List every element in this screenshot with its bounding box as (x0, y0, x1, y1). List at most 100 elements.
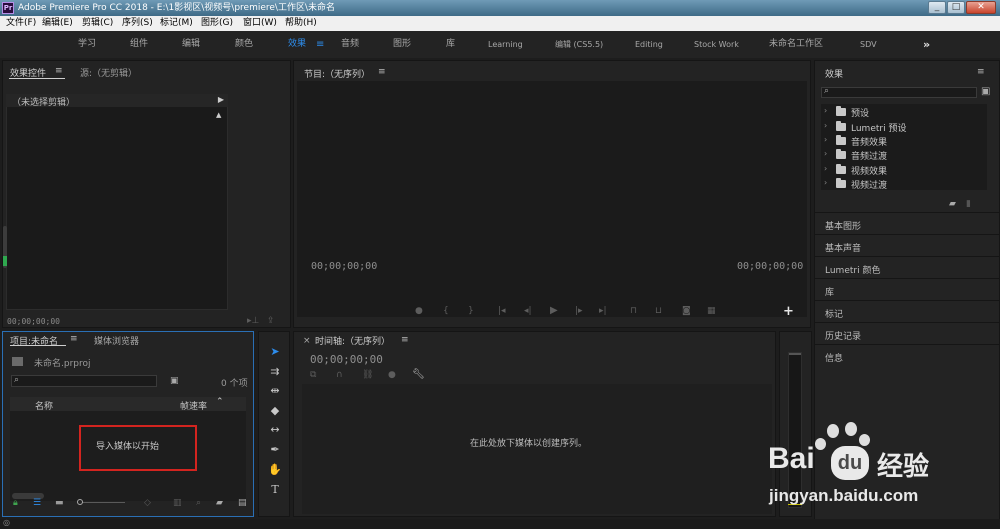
selection-tool-icon[interactable]: ➤ (266, 344, 284, 360)
column-frame-rate[interactable]: 帧速率 (180, 399, 207, 412)
ws-tab-learning[interactable]: Learning (488, 31, 523, 58)
automate-icon[interactable]: ▥ (173, 498, 182, 508)
ws-tab-graphics[interactable]: 图形 (393, 31, 411, 58)
column-name[interactable]: 名称 (35, 399, 53, 412)
section-lumetri-color[interactable]: Lumetri 颜色 (815, 256, 1000, 278)
type-tool-icon[interactable]: T (266, 482, 284, 498)
panel-menu-icon[interactable]: ≡ (401, 335, 409, 345)
mark-out-icon[interactable]: } (468, 306, 474, 316)
lift-icon[interactable]: ⊓ (630, 306, 637, 316)
razor-tool-icon[interactable]: ◆ (266, 403, 284, 419)
menu-help[interactable]: 帮助(H) (285, 16, 317, 31)
ws-tab-sdv[interactable]: SDV (860, 31, 877, 58)
ws-tab-editing-en[interactable]: Editing (635, 31, 663, 58)
section-libraries[interactable]: 库 (815, 278, 1000, 300)
effect-controls-timecode[interactable]: 00;00;00;00 (7, 317, 60, 326)
new-bin-icon[interactable]: ▣ (981, 86, 990, 97)
track-select-tool-icon[interactable]: ⇉ (266, 364, 284, 380)
menu-sequence[interactable]: 序列(S) (122, 16, 153, 31)
step-back-icon[interactable]: ◂| (524, 306, 532, 316)
new-item-icon[interactable]: ▤ (238, 498, 247, 508)
wrench-icon[interactable]: 🔧︎ (412, 369, 425, 380)
effects-search-input[interactable]: ⌕ (821, 86, 977, 98)
ws-tab-assembly[interactable]: 组件 (130, 31, 148, 58)
program-timecode-current[interactable]: 00;00;00;00 (311, 261, 377, 272)
timeline-title[interactable]: 时间轴:（无序列） (315, 334, 390, 347)
nest-icon[interactable]: ⧉ (310, 370, 316, 380)
find-icon[interactable]: ⌕ (196, 498, 201, 508)
go-to-in-icon[interactable]: |◂ (498, 306, 506, 316)
sort-icon[interactable]: ◇ (144, 498, 151, 508)
icon-view-icon[interactable]: ▬ (55, 498, 64, 508)
tree-item-video-transitions[interactable]: › 视频过渡 (821, 176, 987, 191)
mark-in-icon[interactable]: { (443, 306, 449, 316)
ws-tab-effects[interactable]: 效果 (288, 31, 306, 58)
go-to-out-icon[interactable]: ▸| (599, 306, 607, 316)
export-frame-icon[interactable]: ▸⊥ (247, 316, 259, 326)
section-history[interactable]: 历史记录 (815, 322, 1000, 344)
slip-tool-icon[interactable]: ↔ (266, 422, 284, 438)
menu-file[interactable]: 文件(F) (6, 16, 36, 31)
tree-item-video-effects[interactable]: › 视频效果 (821, 162, 987, 177)
menu-window[interactable]: 窗口(W) (243, 16, 277, 31)
section-essential-graphics[interactable]: 基本图形 (815, 212, 1000, 234)
scroll-up-icon[interactable]: ▲ (216, 111, 221, 119)
delete-icon[interactable]: ▮ (966, 199, 971, 209)
timeline-timecode[interactable]: 00;00;00;00 (310, 353, 383, 366)
section-markers[interactable]: 标记 (815, 300, 1000, 322)
ripple-edit-tool-icon[interactable]: ⇹ (266, 383, 284, 399)
panel-menu-icon[interactable]: ≡ (70, 334, 78, 344)
snap-icon[interactable]: ∩ (336, 370, 343, 380)
zoom-slider-thumb[interactable] (77, 499, 83, 505)
camera-icon[interactable]: ◙ (682, 306, 691, 316)
menu-clip[interactable]: 剪辑(C) (82, 16, 113, 31)
zoom-slider[interactable] (77, 499, 125, 505)
panel-menu-icon[interactable]: ≡ (977, 67, 985, 77)
new-bin-icon[interactable]: ▰ (216, 498, 223, 508)
sort-ascending-icon[interactable]: ⌃ (216, 397, 224, 407)
tree-item-lumetri-presets[interactable]: › Lumetri 预设 (821, 119, 987, 134)
ws-tab-learn[interactable]: 学习 (78, 31, 96, 58)
list-view-icon[interactable]: ☰ (33, 498, 41, 508)
section-info[interactable]: 信息 (815, 344, 1000, 366)
new-folder-icon[interactable]: ▰ (949, 199, 956, 209)
program-video-area[interactable] (297, 81, 807, 317)
tree-item-audio-transitions[interactable]: › 音频过渡 (821, 147, 987, 162)
audio-level-slider[interactable] (3, 226, 7, 268)
extract-icon[interactable]: ⊔ (655, 306, 662, 316)
expand-arrow-icon[interactable]: ▶ (218, 95, 224, 104)
close-tab-icon[interactable]: × (303, 336, 311, 346)
step-forward-icon[interactable]: |▸ (575, 306, 583, 316)
tree-item-audio-effects[interactable]: › 音频效果 (821, 133, 987, 148)
ws-tab-color[interactable]: 颜色 (235, 31, 253, 58)
ws-menu-icon[interactable]: ≡ (316, 31, 324, 58)
menu-graphics[interactable]: 图形(G) (201, 16, 233, 31)
timeline-drop-area[interactable]: 在此处放下媒体以创建序列。 (302, 384, 772, 514)
maximize-button[interactable]: □ (947, 1, 965, 14)
pen-tool-icon[interactable]: ✒ (266, 442, 284, 458)
project-search-input[interactable]: ⌕ (11, 375, 157, 387)
linked-selection-icon[interactable]: ⛓ (362, 370, 373, 380)
hand-tool-icon[interactable]: ✋ (266, 462, 284, 478)
ws-tab-editing-cs55[interactable]: 编辑 (CS5.5) (555, 31, 603, 58)
ws-tab-libraries[interactable]: 库 (446, 31, 455, 58)
share-icon[interactable]: ⇪ (267, 316, 275, 326)
panel-menu-icon[interactable]: ≡ (378, 67, 386, 77)
lock-icon[interactable]: 🔒︎ (13, 498, 18, 508)
add-button[interactable]: + (783, 304, 794, 319)
tree-item-presets[interactable]: › 预设 (821, 104, 987, 119)
ws-tab-audio[interactable]: 音频 (341, 31, 359, 58)
ws-tab-unnamed[interactable]: 未命名工作区 (769, 31, 823, 58)
ws-tab-stock-work[interactable]: Stock Work (694, 31, 739, 58)
section-essential-sound[interactable]: 基本声音 (815, 234, 1000, 256)
minimize-button[interactable]: _ (928, 1, 946, 14)
more-workspaces-button[interactable]: » (923, 31, 930, 58)
import-media-hint[interactable]: 导入媒体以开始 (96, 439, 159, 452)
compare-view-icon[interactable]: ▦ (707, 306, 716, 316)
panel-menu-icon[interactable]: ≡ (55, 66, 63, 76)
find-icon[interactable]: ▣ (170, 376, 179, 386)
tab-media-browser[interactable]: 媒体浏览器 (94, 334, 139, 347)
menu-edit[interactable]: 编辑(E) (42, 16, 73, 31)
close-button[interactable]: ✕ (966, 1, 996, 14)
add-marker-icon[interactable]: ● (388, 370, 396, 380)
